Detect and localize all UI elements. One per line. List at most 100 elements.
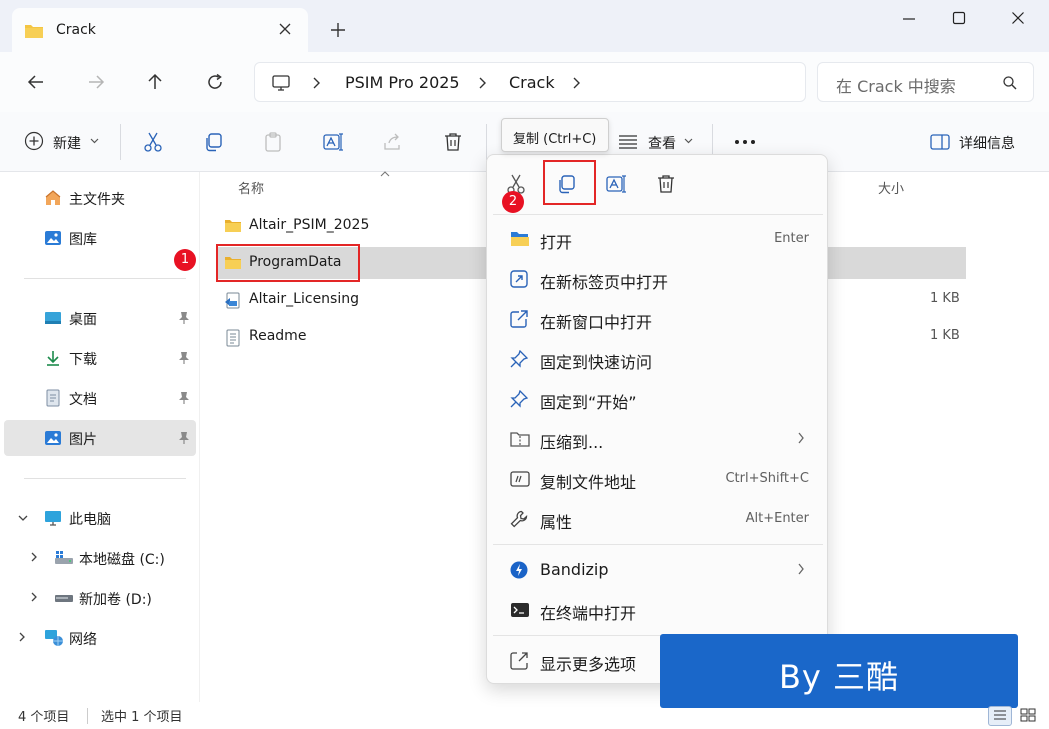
this-pc-icon — [44, 509, 62, 527]
close-icon[interactable] — [278, 22, 292, 36]
file-size: 1 KB — [930, 291, 960, 306]
breadcrumb-crack[interactable]: Crack — [509, 73, 555, 92]
sidebar-item-documents[interactable]: 文档 — [4, 380, 196, 416]
new-button[interactable]: 新建 — [53, 133, 81, 153]
menu-label: 复制文件地址 — [540, 473, 637, 492]
menu-item-properties[interactable]: 属性 Alt+Enter — [493, 499, 823, 539]
menu-item-compress[interactable]: 压缩到... — [493, 419, 823, 459]
watermark-banner: By 三酷 — [660, 634, 1018, 708]
up-arrow-icon[interactable] — [145, 72, 165, 92]
new-plus-icon[interactable] — [24, 131, 44, 151]
rename-icon[interactable] — [322, 131, 344, 153]
details-pane-icon[interactable] — [930, 133, 950, 151]
pin-icon[interactable] — [178, 311, 190, 325]
pin-icon[interactable] — [178, 351, 190, 365]
navigation-bar: PSIM Pro 2025 Crack 在 Crack 中搜索 — [0, 52, 1049, 112]
sidebar-item-network[interactable]: 网络 — [4, 620, 196, 656]
minimize-icon[interactable] — [901, 10, 917, 26]
menu-item-bandizip[interactable]: Bandizip — [493, 550, 823, 590]
cut-icon[interactable] — [142, 131, 164, 153]
title-bar: Crack — [0, 0, 1049, 52]
menu-label: 属性 — [540, 513, 573, 532]
menu-shortcut: Alt+Enter — [745, 511, 809, 526]
text-file-icon — [224, 329, 242, 347]
sidebar-label: 此电脑 — [69, 512, 111, 528]
menu-label: 在新窗口中打开 — [540, 313, 653, 332]
search-input[interactable]: 在 Crack 中搜索 — [817, 62, 1034, 102]
paste-icon[interactable] — [262, 131, 284, 153]
new-tab-icon[interactable] — [330, 22, 346, 38]
back-arrow-icon[interactable] — [26, 72, 46, 92]
tooltip-text: 复制 (Ctrl+C) — [513, 132, 597, 147]
sidebar-item-desktop[interactable]: 桌面 — [4, 300, 196, 336]
menu-item-open[interactable]: 打开 Enter — [493, 219, 823, 259]
sort-up-icon — [380, 171, 390, 177]
network-icon — [44, 629, 64, 647]
menu-item-open-new-tab[interactable]: 在新标签页中打开 — [493, 259, 823, 299]
pin-icon[interactable] — [178, 391, 190, 405]
tab-crack[interactable]: Crack — [12, 8, 308, 52]
show-more-icon — [510, 652, 528, 670]
close-window-icon[interactable] — [1010, 10, 1026, 26]
share-icon[interactable] — [382, 131, 404, 153]
more-options-icon[interactable] — [734, 139, 756, 145]
view-button[interactable]: 查看 — [648, 133, 676, 153]
context-menu: 打开 Enter 在新标签页中打开 在新窗口中打开 固定到快速访问 固定到“开始… — [486, 154, 828, 684]
sidebar-divider — [24, 278, 186, 279]
view-lines-icon[interactable] — [618, 134, 638, 150]
step-marker-1: 1 — [174, 249, 196, 271]
maximize-icon[interactable] — [951, 10, 967, 26]
download-icon — [44, 349, 62, 367]
column-header-name[interactable]: 名称 — [238, 178, 264, 197]
refresh-icon[interactable] — [205, 72, 225, 92]
toolbar-divider — [486, 124, 487, 160]
column-header-size[interactable]: 大小 — [878, 178, 904, 197]
breadcrumb-chevron-icon[interactable] — [311, 77, 321, 89]
sidebar-label: 新加卷 (D:) — [79, 592, 152, 608]
copy-icon[interactable] — [202, 131, 224, 153]
menu-item-copy-path[interactable]: 复制文件地址 Ctrl+Shift+C — [493, 459, 823, 499]
sidebar-item-home[interactable]: 主文件夹 — [4, 180, 196, 216]
menu-label: 固定到“开始” — [540, 393, 637, 412]
navigation-pane: 主文件夹 图库 桌面 下载 文档 图片 此电脑 本地磁盘 (C:) 新加卷 (D… — [0, 172, 200, 702]
script-file-icon — [224, 292, 242, 310]
sidebar-item-downloads[interactable]: 下载 — [4, 340, 196, 376]
terminal-icon — [510, 601, 530, 619]
sidebar-item-drive-d[interactable]: 新加卷 (D:) — [4, 580, 196, 616]
details-view-button[interactable] — [988, 706, 1012, 726]
status-divider — [87, 708, 88, 724]
chevron-down-icon[interactable] — [684, 138, 693, 144]
copy-path-icon — [510, 470, 530, 488]
details-button[interactable]: 详细信息 — [959, 133, 1015, 153]
toolbar-divider — [120, 124, 121, 160]
file-size: 1 KB — [930, 328, 960, 343]
address-bar[interactable]: PSIM Pro 2025 Crack — [254, 62, 806, 102]
sidebar-label: 网络 — [69, 632, 97, 648]
menu-label: 在新标签页中打开 — [540, 273, 669, 292]
breadcrumb-chevron-icon[interactable] — [477, 77, 487, 89]
menu-item-pin-start[interactable]: 固定到“开始” — [493, 379, 823, 419]
sidebar-label: 图片 — [69, 432, 97, 448]
menu-label: 固定到快速访问 — [540, 353, 653, 372]
search-icon — [1002, 75, 1018, 91]
pin-icon[interactable] — [178, 431, 190, 445]
delete-icon[interactable] — [442, 131, 464, 153]
tiles-view-button[interactable] — [1016, 706, 1040, 726]
sidebar-item-this-pc[interactable]: 此电脑 — [4, 500, 196, 536]
sidebar-item-pictures[interactable]: 图片 — [4, 420, 196, 456]
document-icon — [44, 389, 62, 407]
rename-icon[interactable] — [605, 173, 627, 195]
delete-icon[interactable] — [655, 173, 677, 195]
menu-item-open-terminal[interactable]: 在终端中打开 — [493, 590, 823, 630]
forward-arrow-icon[interactable] — [86, 72, 106, 92]
item-count: 4 个项目 — [18, 710, 70, 725]
menu-item-open-new-window[interactable]: 在新窗口中打开 — [493, 299, 823, 339]
sidebar-item-gallery[interactable]: 图库 — [4, 220, 196, 256]
sidebar-divider — [24, 478, 186, 479]
sidebar-item-drive-c[interactable]: 本地磁盘 (C:) — [4, 540, 196, 576]
breadcrumb-psim[interactable]: PSIM Pro 2025 — [345, 73, 460, 92]
chevron-down-icon[interactable] — [90, 138, 99, 144]
menu-item-pin-quick-access[interactable]: 固定到快速访问 — [493, 339, 823, 379]
chevron-right-icon — [797, 563, 805, 575]
breadcrumb-chevron-icon[interactable] — [571, 77, 581, 89]
